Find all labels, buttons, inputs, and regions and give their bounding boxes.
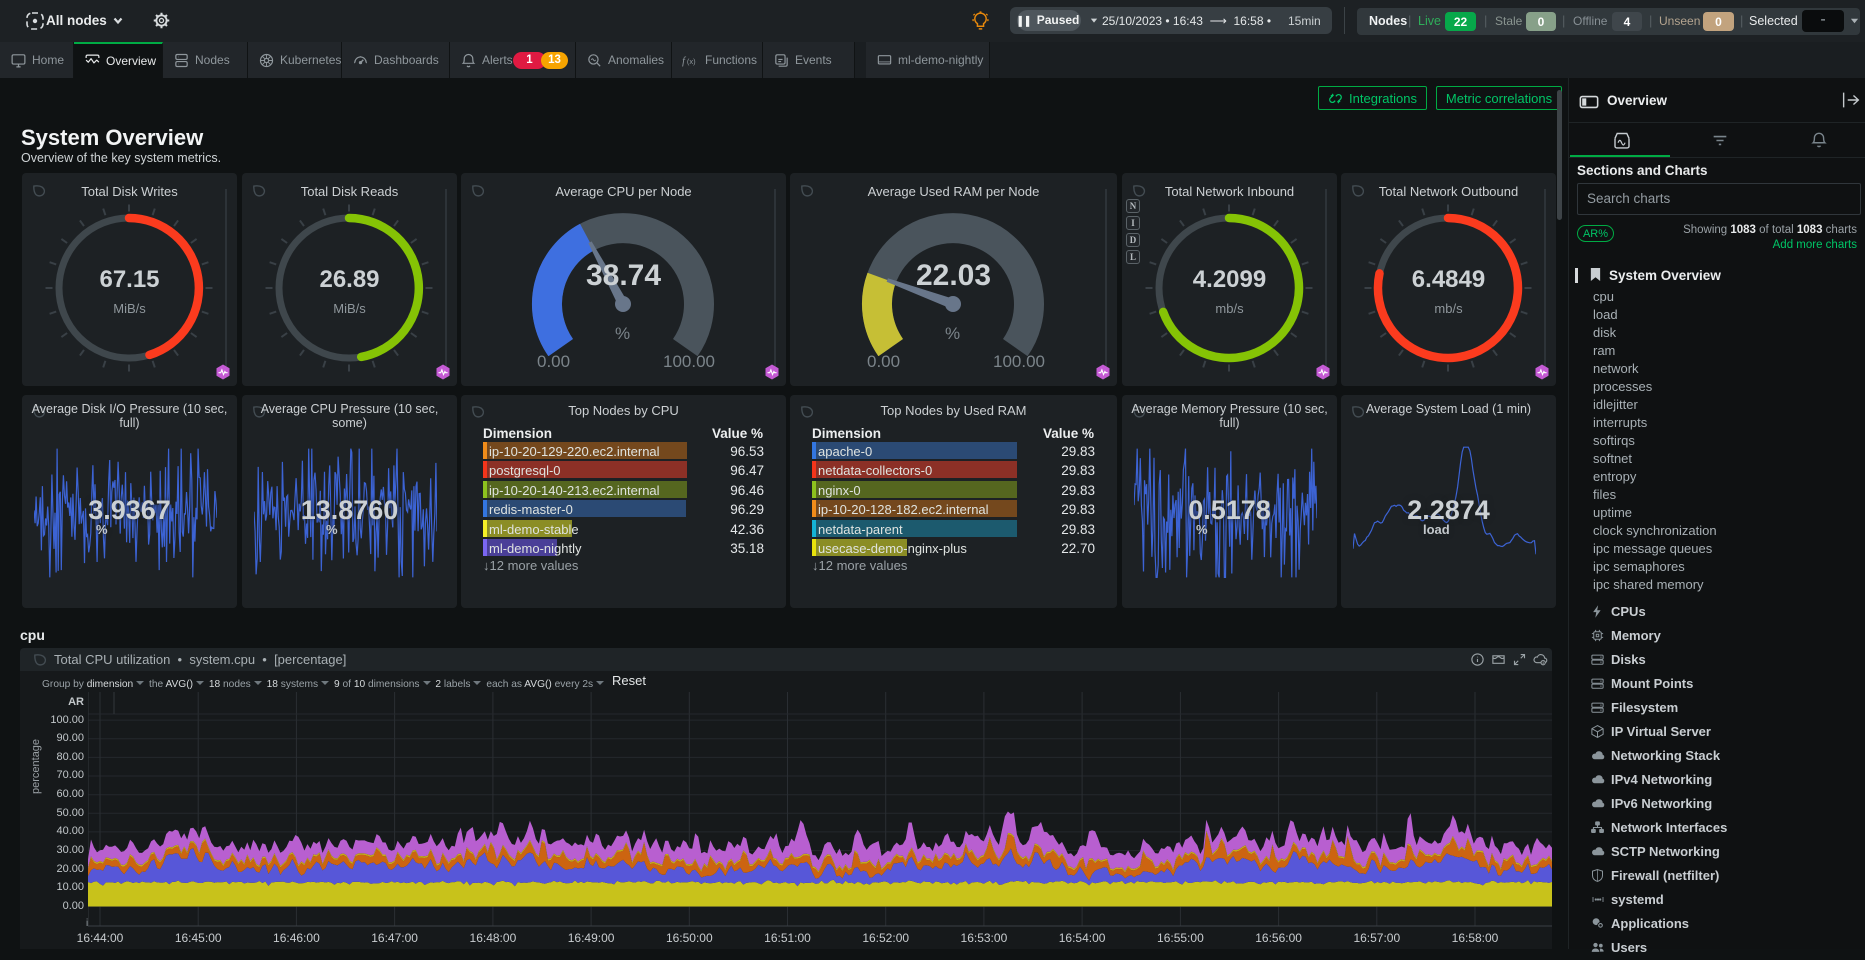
svg-text:(x): (x) — [687, 56, 696, 65]
